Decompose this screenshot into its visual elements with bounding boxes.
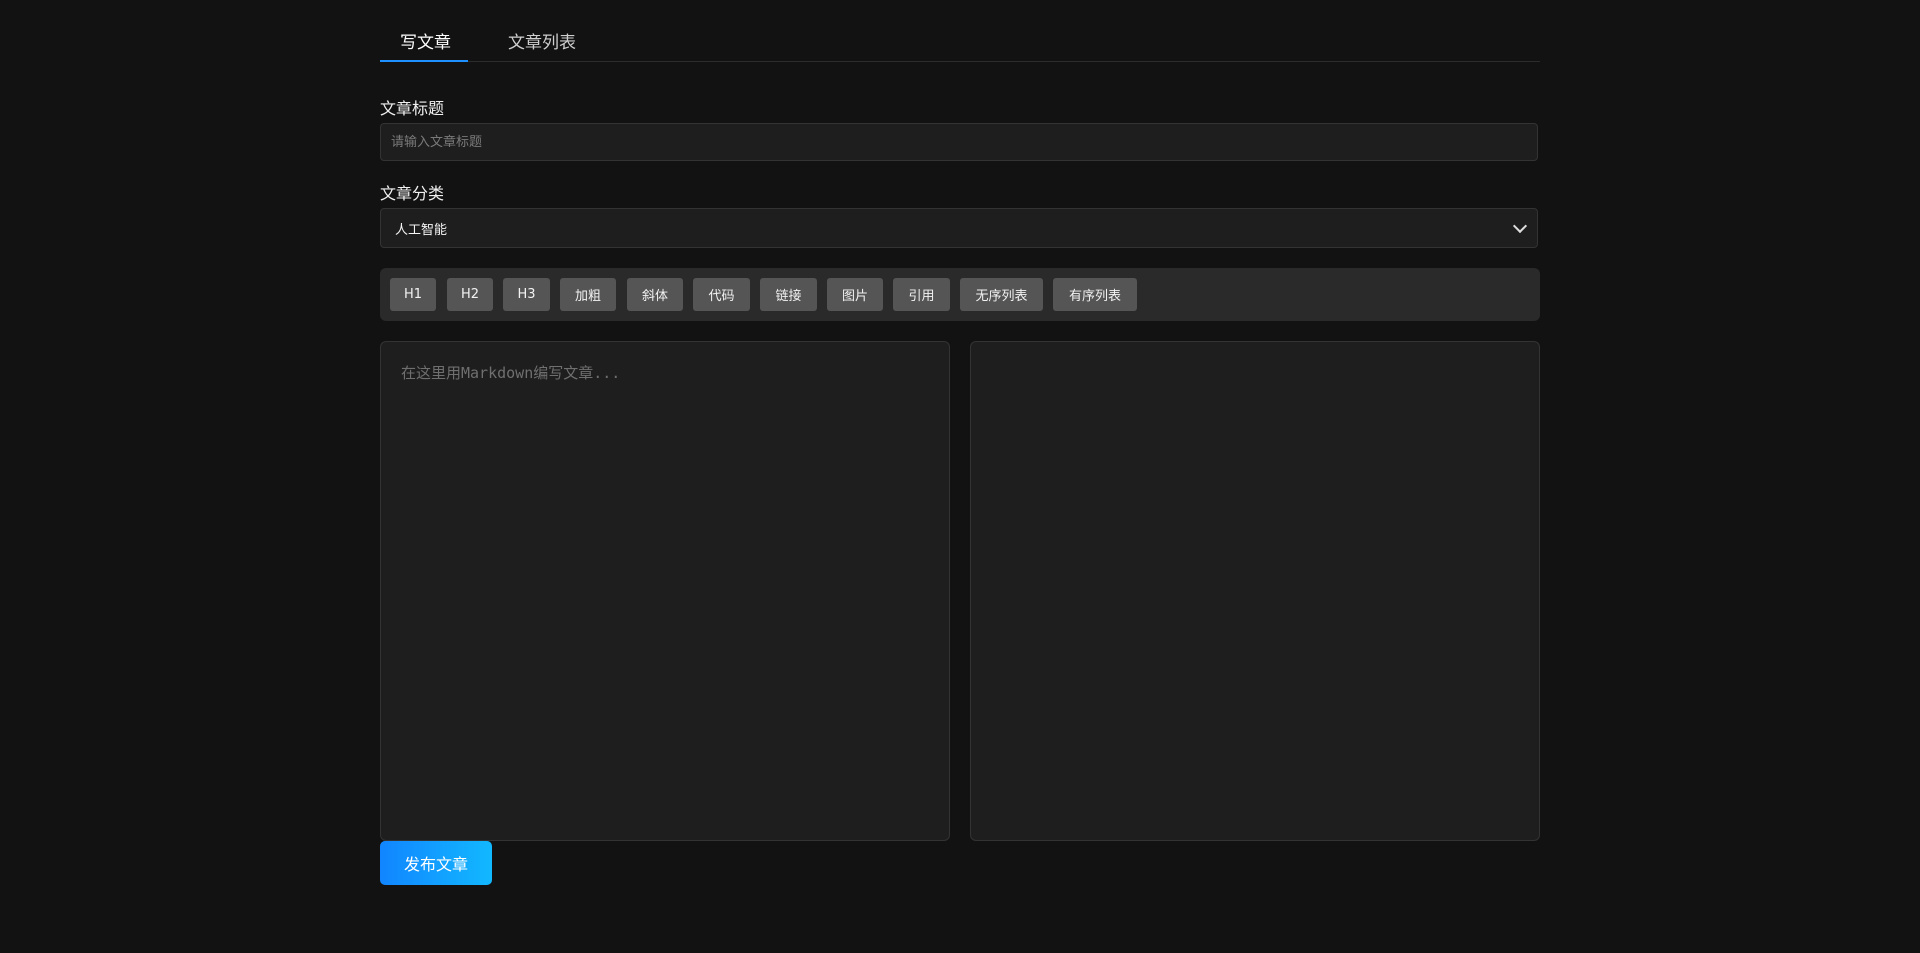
chevron-down-icon bbox=[1512, 218, 1528, 234]
tab-article-list[interactable]: 文章列表 bbox=[508, 28, 576, 53]
title-input[interactable] bbox=[380, 123, 1538, 161]
bold-button[interactable]: 加粗 bbox=[560, 278, 616, 311]
title-label: 文章标题 bbox=[380, 99, 445, 118]
preview-pane bbox=[970, 341, 1540, 841]
markdown-editor-pane bbox=[380, 341, 950, 841]
category-label: 文章分类 bbox=[380, 184, 445, 203]
tab-write-article[interactable]: 写文章 bbox=[400, 28, 451, 53]
active-tab-indicator bbox=[380, 60, 468, 62]
markdown-toolbar: H1 H2 H3 加粗 斜体 代码 链接 图片 引用 无序列表 有序列表 bbox=[380, 268, 1540, 321]
quote-button[interactable]: 引用 bbox=[893, 278, 950, 311]
category-select[interactable]: 人工智能 bbox=[380, 208, 1538, 248]
h1-button[interactable]: H1 bbox=[390, 278, 436, 311]
link-button[interactable]: 链接 bbox=[760, 278, 817, 311]
category-selected-value: 人工智能 bbox=[395, 222, 448, 238]
publish-button[interactable]: 发布文章 bbox=[380, 841, 492, 885]
h3-button[interactable]: H3 bbox=[503, 278, 550, 311]
h2-button[interactable]: H2 bbox=[447, 278, 493, 311]
code-button[interactable]: 代码 bbox=[693, 278, 750, 311]
tab-bar: 写文章 文章列表 bbox=[380, 0, 1540, 62]
italic-button[interactable]: 斜体 bbox=[627, 278, 683, 311]
unordered-list-button[interactable]: 无序列表 bbox=[960, 278, 1043, 311]
ordered-list-button[interactable]: 有序列表 bbox=[1053, 278, 1137, 311]
editor-page: 写文章 文章列表 文章标题 文章分类 人工智能 H1 H2 H3 加粗 斜体 代… bbox=[380, 0, 1540, 885]
image-button[interactable]: 图片 bbox=[827, 278, 883, 311]
markdown-editor[interactable] bbox=[381, 342, 949, 840]
